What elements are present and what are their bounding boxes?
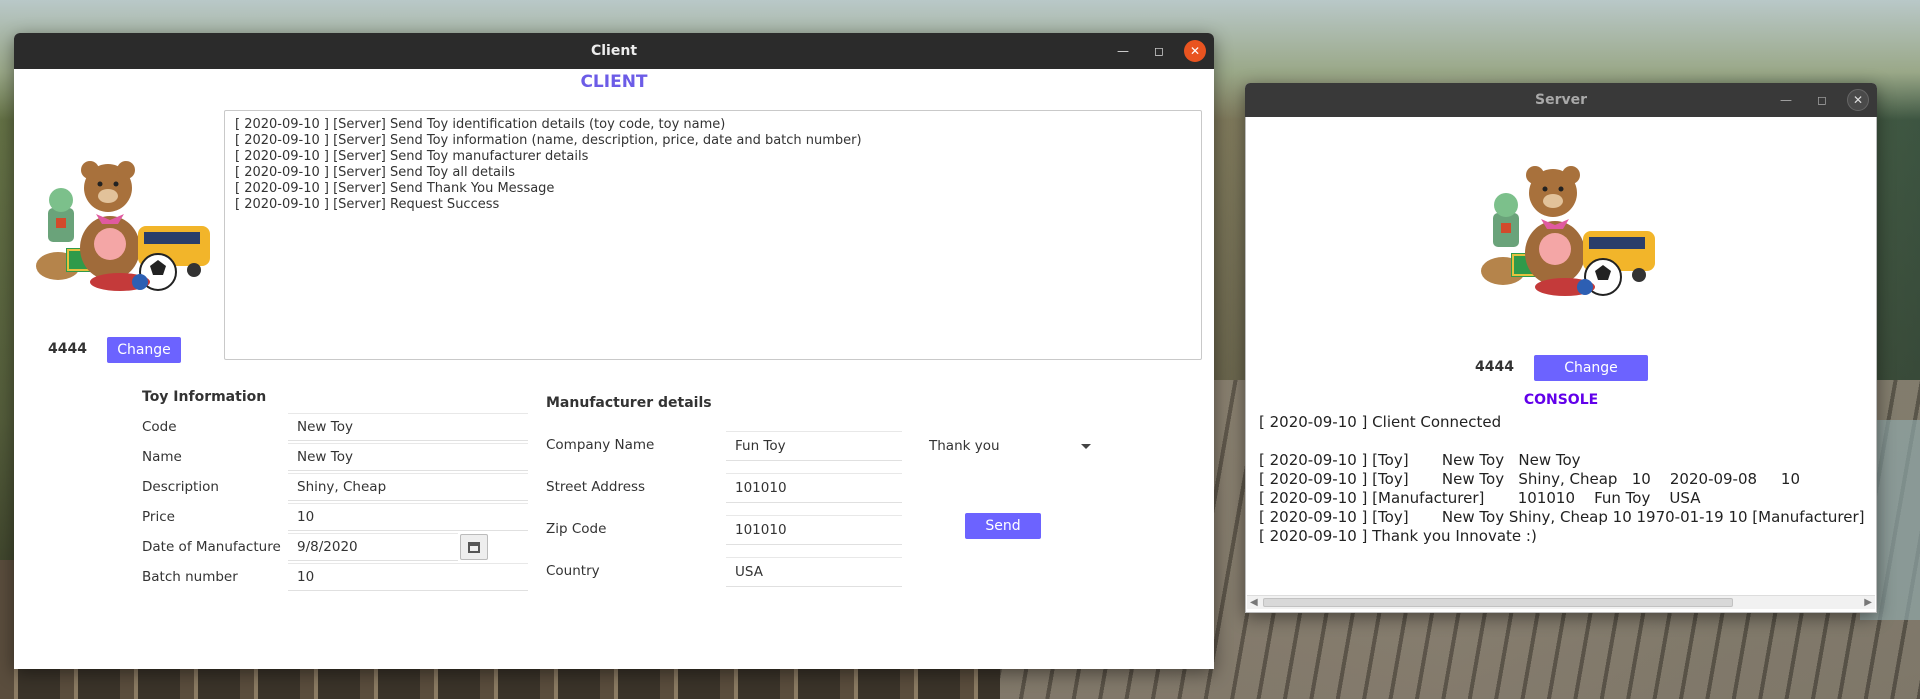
window-title: Client — [590, 43, 638, 59]
port-number: 4444 — [1475, 359, 1514, 375]
company-label: Company Name — [546, 437, 655, 453]
street-field[interactable]: 101010 — [726, 473, 902, 503]
street-label: Street Address — [546, 479, 646, 495]
server-window: Server — ◻ ✕ 4444 Change CONSOLE [2020-… — [1245, 83, 1877, 613]
country-label: Country — [546, 563, 600, 579]
console-line: [ 2020-09-10 ] [Toy] New Toy New Toy — [1259, 451, 1581, 469]
code-field[interactable]: New Toy — [288, 413, 528, 441]
log-line: [ 2020-09-10 ] [Server] Send Toy all det… — [235, 165, 516, 180]
description-field[interactable]: Shiny, Cheap — [288, 473, 528, 501]
scroll-right-icon[interactable]: ▶ — [1864, 596, 1872, 610]
date-label: Date of Manufacture — [142, 539, 281, 555]
horizontal-scrollbar[interactable]: ◀ ▶ — [1247, 595, 1875, 609]
code-label: Code — [142, 419, 177, 435]
maximize-icon[interactable]: ◻ — [1148, 40, 1170, 62]
message-select-value: Thank you — [929, 438, 1000, 454]
company-field[interactable]: Fun Toy — [726, 431, 902, 461]
date-field[interactable]: 9/8/2020 — [288, 533, 458, 561]
console-line: [ 2020-09-10 ] [Toy] New Toy Shiny, Chea… — [1259, 508, 1865, 526]
toys-illustration — [1481, 166, 1655, 296]
server-titlebar[interactable]: Server — ◻ ✕ — [1245, 83, 1877, 117]
name-label: Name — [142, 449, 182, 465]
port-number: 4444 — [48, 341, 87, 357]
console-line: [ 2020-09-10 ] [Manufacturer] 101010 Fun… — [1259, 489, 1701, 507]
toy-info-title: Toy Information — [142, 389, 267, 405]
calendar-icon — [468, 541, 480, 553]
name-field[interactable]: New Toy — [288, 443, 528, 471]
description-label: Description — [142, 479, 219, 495]
manufacturer-title: Manufacturer details — [546, 395, 712, 411]
minimize-icon[interactable]: — — [1775, 89, 1797, 111]
change-port-button[interactable]: Change — [1534, 355, 1648, 381]
scrollbar-thumb[interactable] — [1263, 598, 1733, 607]
minimize-icon[interactable]: — — [1112, 40, 1134, 62]
zip-field[interactable]: 101010 — [726, 515, 902, 545]
maximize-icon[interactable]: ◻ — [1811, 89, 1833, 111]
client-titlebar[interactable]: Client — ◻ ✕ — [14, 33, 1214, 69]
console-heading: CONSOLE — [1523, 392, 1599, 408]
log-line: [ 2020-09-10 ] [Server] Send Toy manufac… — [235, 149, 589, 164]
zip-label: Zip Code — [546, 521, 607, 537]
log-line: [ 2020-09-10 ] [Server] Send Toy identif… — [235, 117, 726, 132]
client-window: Client — ◻ ✕ CLIENT 4444 Change [2020-0… — [14, 33, 1214, 669]
country-field[interactable]: USA — [726, 557, 902, 587]
batch-label: Batch number — [142, 569, 238, 585]
close-icon[interactable]: ✕ — [1847, 89, 1869, 111]
batch-field[interactable]: 10 — [288, 563, 528, 591]
log-line: [ 2020-09-10 ] [Server] Request Success — [235, 197, 500, 212]
window-title: Server — [1534, 92, 1587, 108]
log-line: [ 2020-09-10 ] [Server] Send Toy informa… — [235, 133, 862, 148]
change-port-button[interactable]: Change — [107, 337, 181, 363]
server-response-log[interactable]: [ 2020-09-10 ] [Server] Send Toy identif… — [224, 110, 1202, 360]
toys-illustration — [36, 161, 210, 291]
send-button[interactable]: Send — [965, 513, 1041, 539]
server-console[interactable]: [ 2020-09-10 ] Client Connected [ 2020-0… — [1259, 413, 1869, 583]
price-field[interactable]: 10 — [288, 503, 528, 531]
calendar-button[interactable] — [460, 534, 488, 560]
console-line: [ 2020-09-10 ] [Toy] New Toy Shiny, Chea… — [1259, 470, 1800, 488]
console-line: [ 2020-09-10 ] Thank you Innovate :) — [1259, 527, 1537, 545]
log-line: [ 2020-09-10 ] [Server] Send Thank You M… — [235, 181, 555, 196]
client-heading: CLIENT — [580, 72, 648, 92]
console-line: [ 2020-09-10 ] Client Connected — [1259, 413, 1502, 431]
price-label: Price — [142, 509, 175, 525]
message-select[interactable]: Thank you — [929, 431, 1091, 461]
chevron-down-icon — [1081, 444, 1091, 449]
scroll-left-icon[interactable]: ◀ — [1250, 596, 1258, 610]
close-icon[interactable]: ✕ — [1184, 40, 1206, 62]
